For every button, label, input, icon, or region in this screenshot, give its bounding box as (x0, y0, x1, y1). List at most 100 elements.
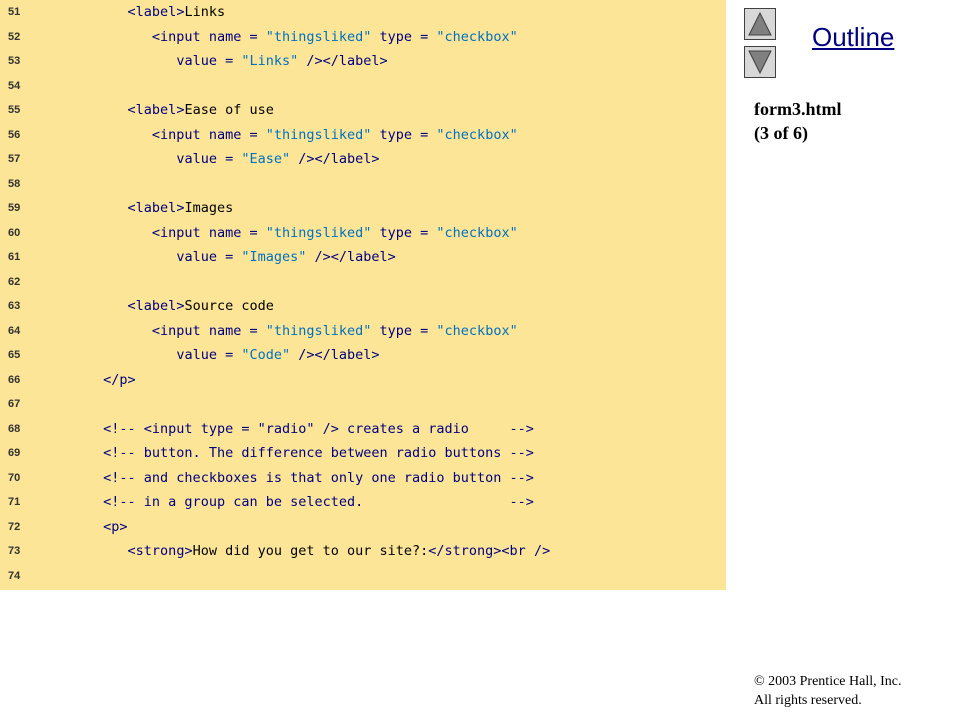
code-line: 61 value = "Images" /></label> (0, 245, 726, 269)
copyright-notice: © 2003 Prentice Hall, Inc. All rights re… (754, 672, 902, 710)
line-number: 51 (8, 6, 21, 18)
copyright-line: © 2003 Prentice Hall, Inc. (754, 674, 902, 689)
markup-token: <input name = (151, 126, 266, 143)
file-caption: form3.html (3 of 6) (754, 97, 841, 145)
code-line: 52 <input name = "thingsliked" type = "c… (0, 25, 726, 49)
markup-token: /></label> (298, 53, 388, 69)
markup-token: <!-- button. The difference between radi… (103, 445, 534, 461)
line-number: 64 (8, 324, 21, 337)
line-number: 59 (8, 202, 21, 214)
markup-token: <label> (127, 298, 185, 314)
line-number: 68 (8, 422, 21, 435)
line-number: 60 (8, 226, 21, 239)
code-line: 53 value = "Links" /></label> (0, 49, 726, 73)
line-number: 56 (8, 128, 21, 141)
code-line: 58 (0, 172, 726, 196)
code-text: <p> (30, 515, 128, 539)
markup-token: <label> (127, 200, 185, 216)
code-text: </p> (30, 368, 136, 392)
string-token: "checkbox" (436, 322, 518, 339)
line-number: 63 (8, 300, 21, 312)
line-number: 74 (8, 569, 21, 582)
text-token: Ease of use (184, 102, 274, 118)
markup-token: /></label> (290, 347, 380, 363)
code-text: <label>Images (30, 196, 234, 220)
code-line: 57 value = "Ease" /></label> (0, 147, 726, 171)
code-text: <label>Source code (30, 294, 274, 318)
markup-token: type = (371, 224, 437, 241)
code-line: 56 <input name = "thingsliked" type = "c… (0, 123, 726, 147)
code-line: 74 (0, 564, 726, 588)
markup-token: type = (371, 322, 437, 339)
code-text: value = "Code" /></label> (30, 343, 380, 367)
next-slide-button[interactable] (744, 46, 776, 78)
code-line: 51 <label>Links (0, 0, 726, 24)
code-text: <strong>How did you get to our site?:</s… (30, 539, 551, 563)
markup-token: type = (371, 28, 437, 45)
markup-token: <p> (103, 518, 128, 535)
string-token: "thingsliked" (265, 28, 372, 45)
code-text: <input name = "thingsliked" type = "chec… (30, 221, 518, 245)
markup-token: <strong> (127, 543, 193, 559)
outline-link[interactable]: Outline (812, 22, 894, 53)
string-token: "checkbox" (436, 28, 518, 45)
code-line: 62 (0, 270, 726, 294)
markup-token: </strong><br /> (428, 543, 551, 559)
line-number: 54 (8, 79, 21, 92)
markup-token: type = (371, 126, 437, 143)
text-token: Links (184, 4, 226, 20)
markup-token: <input name = (151, 28, 266, 45)
code-line: 65 value = "Code" /></label> (0, 343, 726, 367)
code-text: <!-- and checkboxes is that only one rad… (30, 466, 534, 490)
code-text: value = "Images" /></label> (30, 245, 396, 269)
string-token: "checkbox" (436, 224, 518, 241)
string-token: "Images" (241, 249, 307, 265)
string-token: "Ease" (241, 151, 291, 167)
code-line: 63 <label>Source code (0, 294, 726, 318)
text-token: How did you get to our site?: (192, 543, 429, 559)
markup-token: <label> (127, 4, 185, 20)
text-token: Source code (184, 298, 274, 314)
line-number: 73 (8, 545, 21, 557)
code-text: <input name = "thingsliked" type = "chec… (30, 319, 518, 343)
code-text: <!-- <input type = "radio" /> creates a … (30, 417, 534, 441)
code-text: <!-- button. The difference between radi… (30, 441, 534, 465)
markup-token: <label> (127, 102, 185, 118)
line-number: 62 (8, 275, 21, 288)
code-text: <input name = "thingsliked" type = "chec… (30, 25, 518, 49)
code-line: 59 <label>Images (0, 196, 726, 220)
markup-token: value = (176, 151, 242, 167)
code-listing: 51 <label>Links 52 <input name = "thingsl… (0, 0, 726, 590)
markup-token: <!-- in a group can be selected. --> (103, 494, 534, 510)
code-line: 54 (0, 74, 726, 98)
line-number: 69 (8, 447, 21, 459)
code-line: 72 <p> (0, 515, 726, 539)
code-text: <!-- in a group can be selected. --> (30, 490, 534, 514)
string-token: "thingsliked" (265, 322, 372, 339)
code-line: 64 <input name = "thingsliked" type = "c… (0, 319, 726, 343)
markup-token: <!-- and checkboxes is that only one rad… (103, 469, 534, 486)
markup-token: /></label> (306, 249, 396, 265)
code-line: 67 (0, 392, 726, 416)
code-text: value = "Links" /></label> (30, 49, 388, 73)
previous-slide-button[interactable] (744, 8, 776, 40)
line-number: 61 (8, 251, 21, 263)
code-line: 70 <!-- and checkboxes is that only one … (0, 466, 726, 490)
code-text: value = "Ease" /></label> (30, 147, 379, 171)
